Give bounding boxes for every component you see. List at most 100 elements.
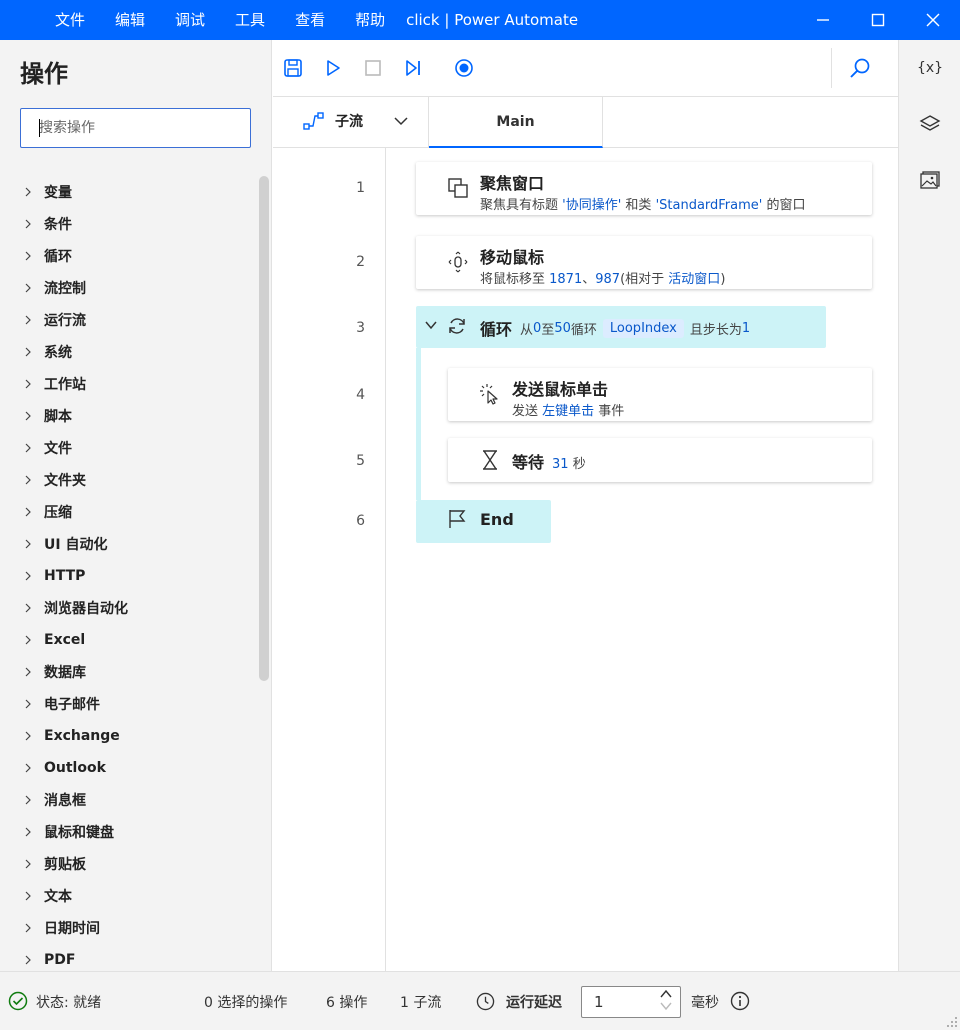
category-clipboard[interactable]: 剪贴板 xyxy=(0,848,258,880)
category-label: HTTP xyxy=(44,568,86,584)
category-label: 电子邮件 xyxy=(44,697,100,713)
run-delay-input[interactable]: 1 xyxy=(581,986,681,1018)
category-excel[interactable]: Excel xyxy=(0,624,258,656)
maximize-button[interactable] xyxy=(853,0,903,40)
action-send-mouse-click[interactable]: 发送鼠标单击 发送 左键单击 事件 xyxy=(448,368,872,421)
chevron-right-icon xyxy=(24,539,44,549)
mouse-click-icon xyxy=(478,382,502,406)
info-icon[interactable] xyxy=(730,991,750,1015)
spin-down-icon[interactable] xyxy=(660,1001,672,1011)
line-number: 1 xyxy=(356,180,365,196)
subflows-count: 1 子流 xyxy=(400,995,442,1011)
category-run-flow[interactable]: 运行流 xyxy=(0,304,258,336)
menu-bar: 文件 编辑 调试 工具 查看 帮助 xyxy=(40,0,400,40)
category-text[interactable]: 文本 xyxy=(0,880,258,912)
action-focus-window[interactable]: 聚焦窗口 聚焦具有标题 '协同操作' 和类 'StandardFrame' 的窗… xyxy=(416,162,872,215)
category-label: 循环 xyxy=(44,249,72,265)
chevron-right-icon xyxy=(24,859,44,869)
category-conditions[interactable]: 条件 xyxy=(0,208,258,240)
category-loops[interactable]: 循环 xyxy=(0,240,258,272)
category-mouse-keyboard[interactable]: 鼠标和键盘 xyxy=(0,816,258,848)
run-button[interactable] xyxy=(321,56,345,80)
menu-file[interactable]: 文件 xyxy=(40,0,100,40)
action-loop[interactable]: 循环 从 0 至 50 循环 LoopIndex 且步长为 1 xyxy=(416,306,826,348)
mouse-move-icon xyxy=(446,250,470,274)
category-outlook[interactable]: Outlook xyxy=(0,752,258,784)
category-label: 工作站 xyxy=(44,377,86,393)
flow-tabs: 子流 Main xyxy=(273,97,898,148)
stop-button[interactable] xyxy=(361,56,385,80)
category-label: 数据库 xyxy=(44,665,86,681)
menu-help[interactable]: 帮助 xyxy=(340,0,400,40)
chevron-right-icon xyxy=(24,731,44,741)
action-move-mouse[interactable]: 移动鼠标 将鼠标移至 1871、987(相对于 活动窗口) xyxy=(416,236,872,289)
category-label: 流控制 xyxy=(44,281,86,297)
tab-main[interactable]: Main xyxy=(429,97,603,148)
minimize-button[interactable] xyxy=(798,0,848,40)
right-rail: {x} xyxy=(898,40,960,971)
collapse-chevron-icon[interactable] xyxy=(424,318,438,336)
menu-edit[interactable]: 编辑 xyxy=(100,0,160,40)
actions-scrollbar[interactable] xyxy=(259,176,269,681)
category-browser-automation[interactable]: 浏览器自动化 xyxy=(0,592,258,624)
chevron-right-icon xyxy=(24,795,44,805)
category-workstation[interactable]: 工作站 xyxy=(0,368,258,400)
category-label: PDF xyxy=(44,952,76,968)
images-button[interactable] xyxy=(918,168,942,192)
chevron-right-icon xyxy=(24,603,44,613)
loop-description: 循环 从 0 至 50 循环 LoopIndex 且步长为 1 xyxy=(480,316,750,340)
category-variables[interactable]: 变量 xyxy=(0,176,258,208)
category-compression[interactable]: 压缩 xyxy=(0,496,258,528)
category-ui-automation[interactable]: UI 自动化 xyxy=(0,528,258,560)
menu-tools[interactable]: 工具 xyxy=(220,0,280,40)
action-end[interactable]: End xyxy=(416,500,551,543)
spin-up-icon[interactable] xyxy=(660,989,672,999)
hourglass-icon xyxy=(478,448,502,472)
close-icon xyxy=(926,13,940,27)
loop-icon xyxy=(446,315,468,341)
run-next-action-button[interactable] xyxy=(401,56,425,80)
record-button[interactable] xyxy=(452,56,476,80)
search-button[interactable] xyxy=(848,56,872,80)
category-system[interactable]: 系统 xyxy=(0,336,258,368)
resize-grip-icon[interactable] xyxy=(944,1014,958,1030)
menu-debug[interactable]: 调试 xyxy=(160,0,220,40)
category-file[interactable]: 文件 xyxy=(0,432,258,464)
chevron-right-icon xyxy=(24,891,44,901)
category-label: Excel xyxy=(44,632,86,648)
chevron-right-icon xyxy=(24,283,44,293)
category-email[interactable]: 电子邮件 xyxy=(0,688,258,720)
category-http[interactable]: HTTP xyxy=(0,560,258,592)
chevron-right-icon xyxy=(24,923,44,933)
save-button[interactable] xyxy=(281,56,305,80)
category-label: 变量 xyxy=(44,185,72,201)
window-focus-icon xyxy=(446,176,470,200)
flow-canvas: 聚焦窗口 聚焦具有标题 '协同操作' 和类 'StandardFrame' 的窗… xyxy=(387,148,898,971)
delay-spinner[interactable] xyxy=(660,989,672,1011)
variables-pane-button[interactable]: {x} xyxy=(917,56,943,80)
category-exchange[interactable]: Exchange xyxy=(0,720,258,752)
menu-view[interactable]: 查看 xyxy=(280,0,340,40)
close-button[interactable] xyxy=(908,0,958,40)
line-number: 4 xyxy=(356,387,365,403)
clock-icon xyxy=(476,992,495,1015)
category-message-box[interactable]: 消息框 xyxy=(0,784,258,816)
chevron-right-icon xyxy=(24,187,44,197)
selected-actions-count: 0 选择的操作 xyxy=(204,995,288,1011)
step-forward-icon xyxy=(406,60,420,76)
category-database[interactable]: 数据库 xyxy=(0,656,258,688)
search-actions-input[interactable] xyxy=(20,108,251,148)
chevron-down-icon[interactable] xyxy=(393,113,409,133)
category-folder[interactable]: 文件夹 xyxy=(0,464,258,496)
subflows-dropdown[interactable]: 子流 xyxy=(303,111,363,131)
run-delay-value: 1 xyxy=(594,993,604,1011)
category-flow-control[interactable]: 流控制 xyxy=(0,272,258,304)
category-scripts[interactable]: 脚本 xyxy=(0,400,258,432)
save-icon xyxy=(284,59,302,77)
action-wait[interactable]: 等待 31 秒 xyxy=(448,438,872,482)
ui-elements-button[interactable] xyxy=(918,112,942,136)
maximize-icon xyxy=(871,13,885,27)
category-label: 运行流 xyxy=(44,313,86,329)
category-datetime[interactable]: 日期时间 xyxy=(0,912,258,944)
action-description: 聚焦具有标题 '协同操作' 和类 'StandardFrame' 的窗口 xyxy=(480,198,806,213)
